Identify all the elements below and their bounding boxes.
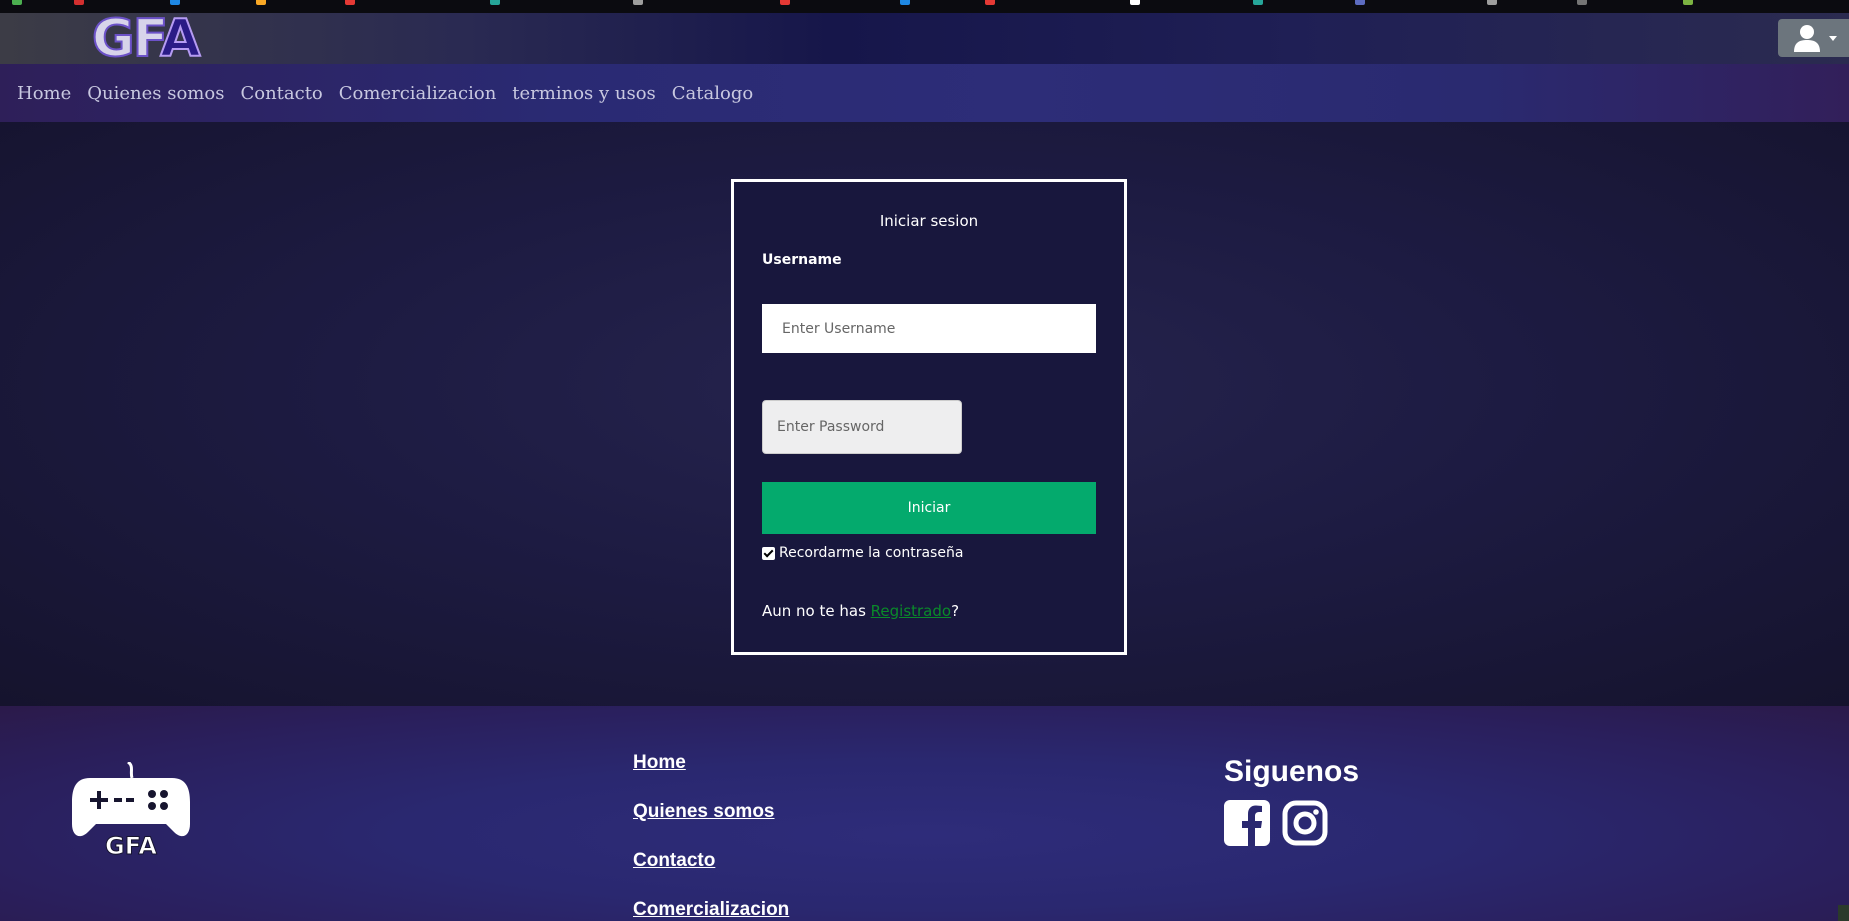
login-title: Iniciar sesion — [879, 212, 979, 230]
bookmark-icon[interactable] — [345, 0, 355, 5]
bookmark-icon[interactable] — [490, 0, 500, 5]
register-link[interactable]: Registrado — [871, 602, 951, 620]
nav-link-home[interactable]: Home — [17, 83, 71, 104]
bookmark-icon[interactable] — [1355, 0, 1365, 5]
remember-row: Recordarme la contraseña — [762, 545, 963, 561]
remember-checkbox[interactable] — [762, 546, 775, 560]
bookmark-icon[interactable] — [1683, 0, 1693, 5]
footer-link-comercializacion[interactable]: Comercializacion — [633, 897, 789, 921]
footer-link-quienes-somos[interactable]: Quienes somos — [633, 799, 789, 825]
bookmarks-bar — [0, 0, 1849, 13]
user-menu-button[interactable] — [1778, 19, 1849, 57]
footer-link-contacto[interactable]: Contacto — [633, 848, 789, 874]
bookmark-icon[interactable] — [1130, 0, 1140, 5]
nav-link-quienes-somos[interactable]: Quienes somos — [87, 83, 224, 104]
logo-letter: F — [132, 9, 164, 69]
register-suffix: ? — [951, 602, 960, 620]
instagram-icon[interactable] — [1282, 800, 1328, 850]
social-links — [1224, 800, 1359, 850]
nav-link-terminos[interactable]: terminos y usos — [512, 83, 656, 104]
bookmark-icon[interactable] — [1577, 0, 1587, 5]
register-prefix: Aun no te has — [762, 602, 871, 620]
footer-links: Home Quienes somos Contacto Comercializa… — [633, 750, 789, 921]
follow-title: Siguenos — [1224, 755, 1360, 788]
login-form: Iniciar sesion Username Contraseña Inici… — [731, 179, 1127, 655]
username-label: Username — [762, 252, 842, 268]
footer-logo: GFA — [70, 760, 192, 866]
bookmark-icon[interactable] — [1253, 0, 1263, 5]
bookmark-icon[interactable] — [780, 0, 790, 5]
logo-letter: A — [159, 9, 201, 69]
facebook-icon[interactable] — [1224, 800, 1270, 850]
nav-link-contacto[interactable]: Contacto — [240, 83, 322, 104]
footer-logo-text: GFA — [105, 832, 157, 860]
logo-letter: G — [91, 9, 136, 69]
bookmark-icon[interactable] — [12, 0, 22, 5]
footer-link-home[interactable]: Home — [633, 750, 789, 776]
nav-link-comercializacion[interactable]: Comercializacion — [339, 83, 497, 104]
nav-link-catalogo[interactable]: Catalogo — [672, 83, 753, 104]
bookmark-icon[interactable] — [256, 0, 266, 5]
register-prompt: Aun no te has Registrado? — [762, 602, 959, 620]
bookmark-icon[interactable] — [633, 0, 643, 5]
bookmark-icon[interactable] — [900, 0, 910, 5]
bookmark-icon[interactable] — [985, 0, 995, 5]
bookmark-icon[interactable] — [74, 0, 84, 5]
site-logo[interactable]: GFA — [91, 12, 202, 66]
main-nav: Home Quienes somos Contacto Comercializa… — [0, 64, 1849, 122]
resize-corner — [1838, 905, 1849, 921]
password-input[interactable] — [762, 400, 962, 454]
main-content: Iniciar sesion Username Contraseña Inici… — [0, 122, 1849, 706]
chevron-down-icon — [1829, 36, 1837, 41]
bookmark-icon[interactable] — [1487, 0, 1497, 5]
top-header: GFA — [0, 12, 1849, 66]
password-label: Contraseña — [762, 335, 853, 351]
remember-label: Recordarme la contraseña — [779, 545, 964, 561]
user-icon — [1794, 25, 1820, 52]
gamepad-icon: GFA — [72, 760, 190, 861]
site-footer: GFA Home Quienes somos Contacto Comercia… — [0, 706, 1849, 921]
login-button[interactable]: Iniciar — [762, 482, 1096, 534]
social-section: Siguenos — [1224, 754, 1359, 850]
bookmark-icon[interactable] — [170, 0, 180, 5]
